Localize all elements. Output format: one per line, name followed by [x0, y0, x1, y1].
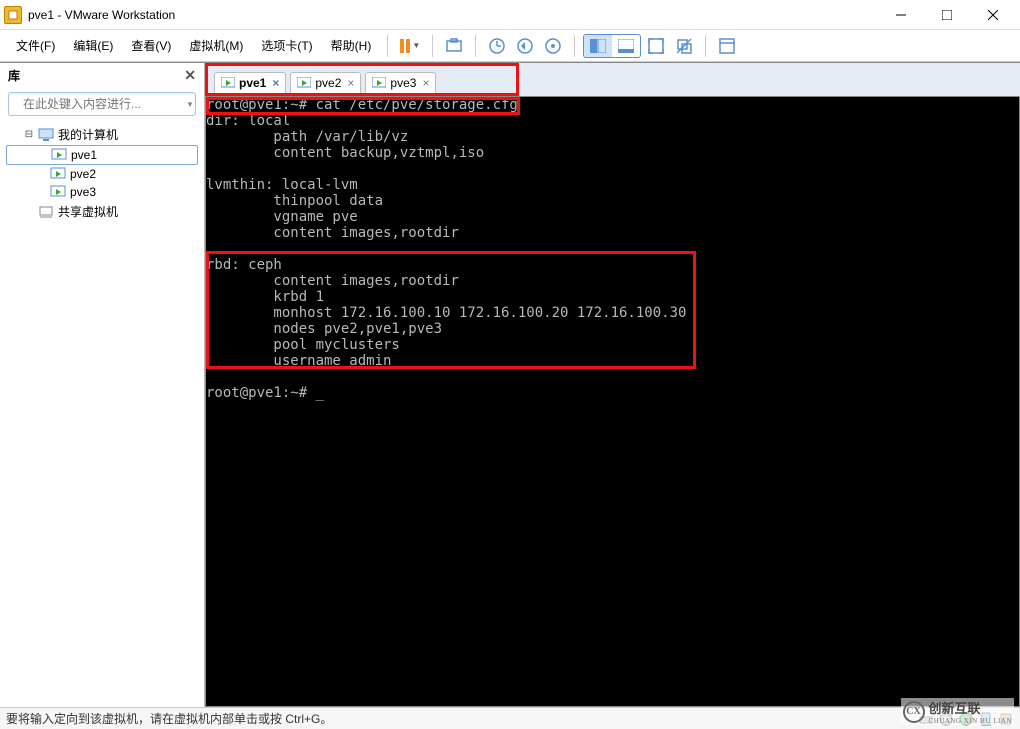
tab-pve2[interactable]: pve2 × — [290, 72, 361, 93]
vm-tabs: pve1 × pve2 × pve3 × — [205, 63, 519, 96]
tab-close-icon[interactable]: × — [272, 76, 279, 90]
search-input[interactable]: ▼ — [8, 92, 196, 116]
titlebar: pve1 - VMware Workstation — [0, 0, 1020, 30]
vm-icon — [372, 77, 386, 89]
library-header: 库 ✕ — [0, 63, 204, 88]
menu-vm[interactable]: 虚拟机(M) — [181, 33, 251, 58]
statusbar: 要将输入定向到该虚拟机，请在虚拟机内部单击或按 Ctrl+G。 — [0, 707, 1020, 729]
menu-tabs[interactable]: 选项卡(T) — [253, 33, 320, 58]
menubar: 文件(F) 编辑(E) 查看(V) 虚拟机(M) 选项卡(T) 帮助(H) ▼ — [0, 30, 1020, 62]
tab-label: pve3 — [390, 76, 416, 90]
tab-close-icon[interactable]: × — [347, 76, 354, 90]
vm-console[interactable]: root@pve1:~# cat /etc/pve/storage.cfg di… — [205, 96, 1020, 707]
view-toggle[interactable] — [583, 34, 641, 58]
single-view-icon[interactable] — [612, 35, 640, 57]
search-field[interactable] — [21, 96, 180, 112]
manage-snapshot-icon[interactable] — [540, 33, 566, 59]
chevron-down-icon[interactable]: ▼ — [186, 100, 194, 109]
status-text: 要将输入定向到该虚拟机，请在虚拟机内部单击或按 Ctrl+G。 — [6, 710, 332, 727]
shared-icon — [38, 205, 54, 219]
vm-icon — [50, 185, 66, 199]
library-close-icon[interactable]: ✕ — [184, 67, 196, 84]
tree-root-my-computer[interactable]: ⊟ 我的计算机 — [0, 124, 204, 145]
pause-button[interactable]: ▼ — [396, 39, 424, 53]
tab-label: pve1 — [239, 76, 266, 90]
vm-icon — [221, 77, 235, 89]
close-button[interactable] — [970, 0, 1016, 30]
tree-node-label: pve2 — [70, 167, 96, 181]
computer-icon — [38, 128, 54, 142]
terminal-line: root@pve1:~# cat /etc/pve/storage.cfg — [206, 97, 1019, 113]
main-area: pve1 × pve2 × pve3 × root@pve1:~# cat /e… — [205, 63, 1020, 707]
split-view-icon[interactable] — [584, 35, 612, 57]
watermark-brand-en: CHUANG XIN HU LIAN — [929, 717, 1012, 725]
tree-shared-vms[interactable]: 共享虚拟机 — [0, 201, 204, 222]
tab-close-icon[interactable]: × — [422, 76, 429, 90]
chevron-down-icon: ▼ — [412, 41, 420, 50]
sidebar: 库 ✕ ▼ ⊟ 我的计算机 pve1 pve2 — [0, 63, 205, 707]
tree-node-label: pve1 — [71, 148, 97, 162]
tree-node-pve1[interactable]: pve1 — [6, 145, 198, 165]
app-icon — [4, 6, 22, 24]
screenshot-icon[interactable] — [441, 33, 467, 59]
minimize-button[interactable] — [878, 0, 924, 30]
watermark-logo: CX — [903, 701, 925, 723]
tab-pve1[interactable]: pve1 × — [214, 72, 286, 93]
tab-label: pve2 — [315, 76, 341, 90]
menu-file[interactable]: 文件(F) — [8, 33, 63, 58]
watermark: CX 创新互联 CHUANG XIN HU LIAN — [901, 698, 1014, 725]
maximize-button[interactable] — [924, 0, 970, 30]
menu-edit[interactable]: 编辑(E) — [65, 33, 121, 58]
tree-node-pve3[interactable]: pve3 — [0, 183, 204, 201]
tree-node-pve2[interactable]: pve2 — [0, 165, 204, 183]
vm-icon — [51, 148, 67, 162]
tree-shared-label: 共享虚拟机 — [58, 203, 118, 220]
library-tree: ⊟ 我的计算机 pve1 pve2 pve3 共享虚拟机 — [0, 120, 204, 226]
library-title: 库 — [8, 67, 20, 84]
snapshot-icon[interactable] — [484, 33, 510, 59]
twisty-expanded-icon: ⊟ — [24, 129, 34, 140]
tree-node-label: pve3 — [70, 185, 96, 199]
vm-icon — [50, 167, 66, 181]
tab-pve3[interactable]: pve3 × — [365, 72, 436, 93]
window-title: pve1 - VMware Workstation — [28, 8, 175, 22]
watermark-brand-cn: 创新互联 — [929, 698, 1012, 717]
tree-root-label: 我的计算机 — [58, 126, 118, 143]
fullscreen-icon[interactable] — [643, 33, 669, 59]
revert-snapshot-icon[interactable] — [512, 33, 538, 59]
menu-help[interactable]: 帮助(H) — [323, 33, 380, 58]
library-icon[interactable] — [714, 33, 740, 59]
terminal-output: dir: local path /var/lib/vz content back… — [206, 113, 1019, 401]
unity-icon[interactable] — [671, 33, 697, 59]
vm-icon — [297, 77, 311, 89]
menu-view[interactable]: 查看(V) — [123, 33, 179, 58]
